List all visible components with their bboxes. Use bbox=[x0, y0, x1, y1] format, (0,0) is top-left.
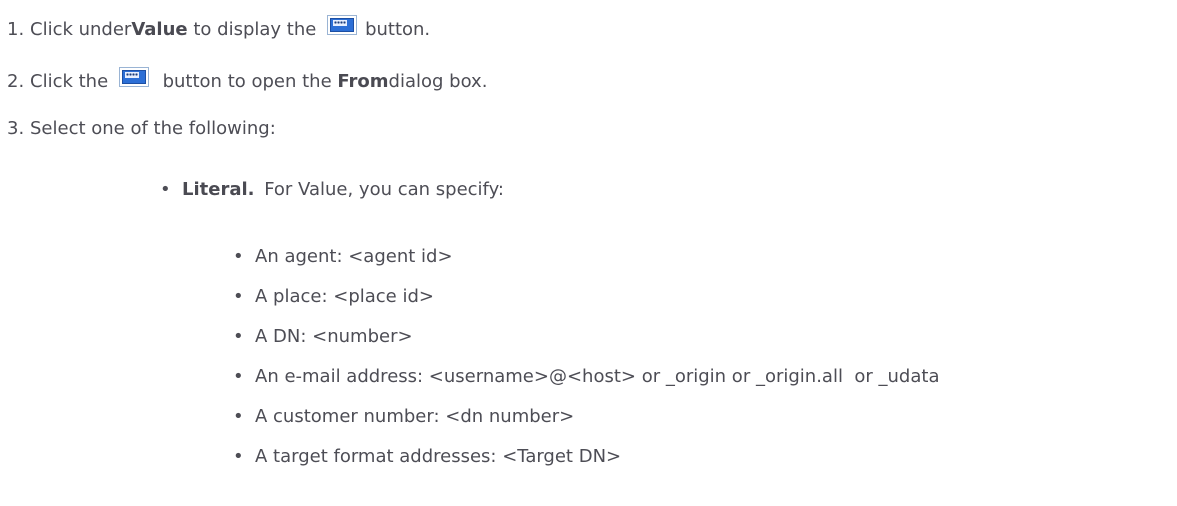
list-item-text: A DN: <number> bbox=[255, 325, 413, 347]
list-item: • A DN: <number> bbox=[233, 322, 413, 350]
step-bold: From bbox=[337, 70, 389, 92]
step-text: Click the bbox=[30, 70, 114, 92]
bullet-icon: • bbox=[233, 325, 244, 347]
step-text: button to open the bbox=[156, 70, 338, 92]
bullet-icon: • bbox=[233, 405, 244, 427]
list-item-text: A target format addresses: <Target DN> bbox=[255, 445, 622, 467]
list-item: • An agent: <agent id> bbox=[233, 242, 453, 270]
bullet-icon: • bbox=[233, 245, 244, 267]
step-2: 2. Click the button to open the From dia… bbox=[7, 66, 487, 96]
option-text: For Value, you can specify: bbox=[258, 178, 504, 200]
bullet-icon: • bbox=[233, 445, 244, 467]
list-item-text: A place: <place id> bbox=[255, 285, 434, 307]
option-title: Literal. bbox=[182, 178, 255, 200]
list-item-text: An e-mail address: <username>@<host> or … bbox=[255, 365, 940, 387]
step-text: dialog box. bbox=[388, 70, 488, 92]
step-number: 1. bbox=[7, 18, 25, 40]
step-text: to display the bbox=[187, 18, 323, 40]
list-item-text: An agent: <agent id> bbox=[255, 245, 453, 267]
list-item: • A place: <place id> bbox=[233, 282, 434, 310]
step-text: Select one of the following: bbox=[30, 117, 276, 139]
list-item: • A target format addresses: <Target DN> bbox=[233, 442, 621, 470]
step-3: 3. Select one of the following: bbox=[7, 113, 276, 143]
ellipsis-button-icon bbox=[327, 15, 358, 35]
option-literal: • Literal. For Value, you can specify: bbox=[160, 175, 504, 203]
step-bold: Value bbox=[131, 18, 188, 40]
list-item-text: A customer number: <dn number> bbox=[255, 405, 575, 427]
ellipsis-button-icon bbox=[118, 67, 149, 87]
step-text: button. bbox=[365, 18, 431, 40]
bullet-icon: • bbox=[233, 365, 244, 387]
bullet-icon: • bbox=[233, 285, 244, 307]
list-item: • A customer number: <dn number> bbox=[233, 402, 574, 430]
list-item: • An e-mail address: <username>@<host> o… bbox=[233, 362, 939, 390]
step-1: 1. Click under Value to display the butt… bbox=[7, 14, 430, 44]
step-text: Click under bbox=[30, 18, 132, 40]
bullet-icon: • bbox=[160, 178, 171, 200]
step-number: 2. bbox=[7, 70, 25, 92]
step-number: 3. bbox=[7, 117, 25, 139]
